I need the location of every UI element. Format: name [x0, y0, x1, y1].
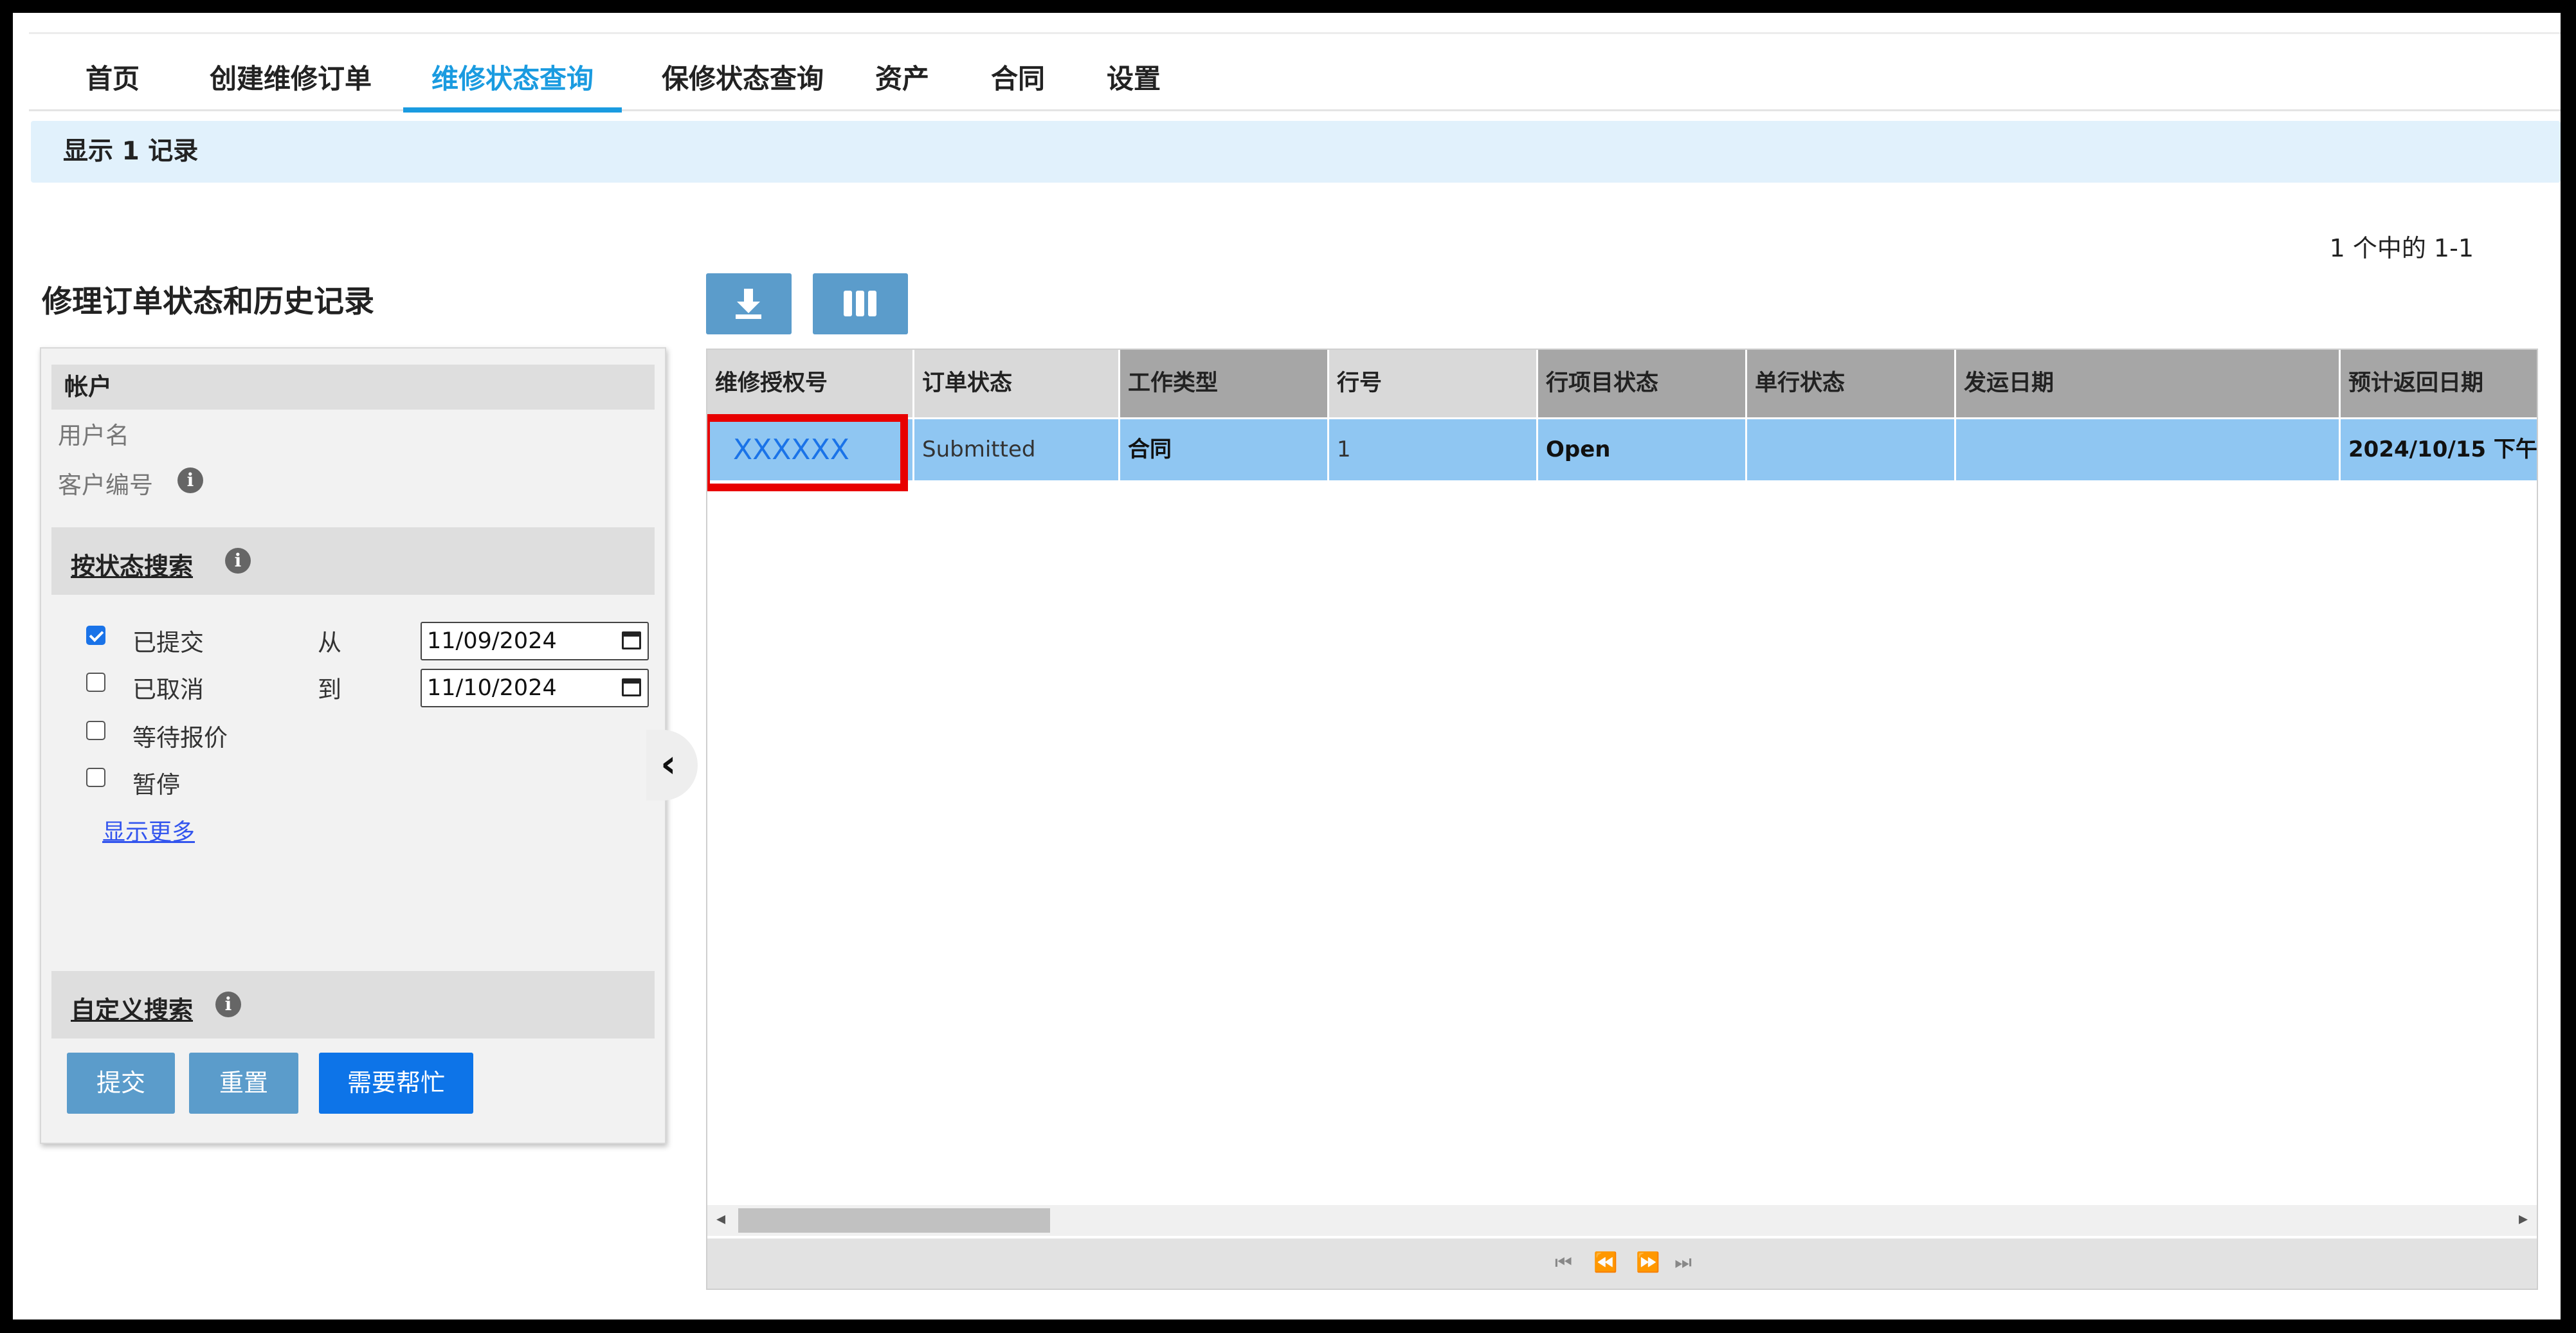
tab-create-repair-order[interactable]: 创建维修订单: [197, 48, 384, 109]
table-cell: 1: [1329, 419, 1538, 480]
results-grid: 维修授权号 订单状态 工作类型 行号 行项目状态 单行状态 发运日期 预计返回日…: [706, 349, 2538, 1290]
table-cell: [1747, 419, 1956, 480]
column-header[interactable]: 维修授权号: [707, 350, 914, 417]
top-divider: [29, 32, 2561, 34]
records-banner: 显示 1 记录: [31, 121, 2561, 183]
submit-button[interactable]: 提交: [67, 1053, 175, 1114]
tab-warranty-status[interactable]: 保修状态查询: [646, 48, 839, 109]
help-button[interactable]: 需要帮忙: [319, 1053, 473, 1114]
page-title: 修理订单状态和历史记录: [42, 284, 374, 320]
tab-settings[interactable]: 设置: [1095, 48, 1172, 109]
tab-repair-status[interactable]: 维修状态查询: [403, 48, 622, 113]
status-label: 等待报价: [132, 724, 228, 752]
tab-assets[interactable]: 资产: [864, 48, 941, 109]
table-row[interactable]: XXXXXX Submitted 合同 1 Open 2024/10/15 下午: [707, 414, 2537, 491]
download-button[interactable]: [706, 273, 792, 334]
filter-panel: 帐户 用户名 客户编号 i 按状态搜索 i 已提交 已取消 等待报价 暂停 从 …: [40, 347, 666, 1144]
calendar-icon[interactable]: [622, 631, 641, 649]
column-header[interactable]: 发运日期: [1956, 350, 2341, 417]
table-cell: Submitted: [914, 419, 1120, 480]
to-label: 到: [318, 676, 341, 703]
collapse-panel-button[interactable]: ‹: [646, 730, 698, 801]
info-icon[interactable]: i: [225, 548, 251, 574]
first-page-icon[interactable]: ⏮: [1555, 1251, 1572, 1274]
column-header[interactable]: 订单状态: [914, 350, 1120, 417]
previous-page-icon[interactable]: ⏪: [1593, 1251, 1617, 1274]
table-cell: 合同: [1120, 419, 1329, 480]
checkbox-on-hold[interactable]: [86, 768, 105, 787]
status-label: 已提交: [132, 629, 204, 657]
table-cell: Open: [1538, 419, 1747, 480]
calendar-icon[interactable]: [622, 678, 641, 696]
scroll-left-icon[interactable]: ◂: [716, 1208, 725, 1229]
account-header: 帐户: [64, 373, 112, 401]
status-search-toggle[interactable]: 按状态搜索: [71, 547, 193, 582]
username-label: 用户名: [58, 422, 129, 449]
table-cell: [1956, 419, 2341, 480]
grid-pager: ⏮ ⏪ ⏩ ⏭: [707, 1238, 2537, 1289]
to-date-input[interactable]: 11/10/2024: [421, 669, 649, 707]
columns-button[interactable]: [813, 273, 908, 334]
records-count-text: 显示 1 记录: [63, 137, 199, 166]
tab-contracts[interactable]: 合同: [979, 48, 1057, 109]
status-label: 已取消: [132, 676, 204, 703]
custom-search-section: 自定义搜索 i: [51, 971, 655, 1038]
app-window: 首页 创建维修订单 维修状态查询 保修状态查询 资产 合同 设置 显示 1 记录…: [13, 13, 2561, 1319]
tab-home[interactable]: 首页: [74, 48, 151, 109]
status-label: 暂停: [132, 771, 180, 799]
pagination-summary: 1 个中的 1-1: [2329, 234, 2474, 262]
chevron-left-icon: ‹: [660, 741, 676, 786]
columns-icon: [844, 291, 876, 316]
status-search-section: 按状态搜索 i: [51, 527, 655, 595]
scrollbar-thumb[interactable]: [738, 1208, 1050, 1233]
column-header[interactable]: 行项目状态: [1538, 350, 1747, 417]
column-header[interactable]: 行号: [1329, 350, 1538, 417]
from-label: 从: [318, 629, 341, 657]
show-more-link[interactable]: 显示更多: [102, 813, 195, 847]
column-header[interactable]: 预计返回日期: [2341, 350, 2537, 417]
rma-number-link[interactable]: XXXXXX: [707, 419, 914, 480]
from-date-value: 11/09/2024: [427, 628, 557, 654]
last-page-icon[interactable]: ⏭: [1674, 1251, 1692, 1274]
column-header[interactable]: 工作类型: [1120, 350, 1329, 417]
to-date-value: 11/10/2024: [427, 675, 557, 701]
horizontal-scrollbar[interactable]: ◂ ▸: [707, 1205, 2537, 1236]
next-page-icon[interactable]: ⏩: [1636, 1251, 1660, 1274]
main-nav: 首页 创建维修订单 维修状态查询 保修状态查询 资产 合同 设置: [29, 48, 2561, 113]
info-icon[interactable]: i: [177, 467, 203, 493]
info-icon[interactable]: i: [215, 992, 241, 1017]
download-icon: [736, 289, 761, 319]
checkbox-awaiting-quote[interactable]: [86, 721, 105, 740]
account-section-header: 帐户: [51, 365, 655, 410]
table-cell: 2024/10/15 下午: [2341, 419, 2537, 480]
checkbox-submitted[interactable]: [86, 626, 105, 645]
reset-button[interactable]: 重置: [189, 1053, 298, 1114]
customer-number-label: 客户编号: [58, 471, 153, 499]
from-date-input[interactable]: 11/09/2024: [421, 622, 649, 660]
scroll-right-icon[interactable]: ▸: [2519, 1208, 2528, 1229]
checkbox-cancelled[interactable]: [86, 673, 105, 692]
column-header[interactable]: 单行状态: [1747, 350, 1956, 417]
custom-search-toggle[interactable]: 自定义搜索: [71, 990, 193, 1026]
